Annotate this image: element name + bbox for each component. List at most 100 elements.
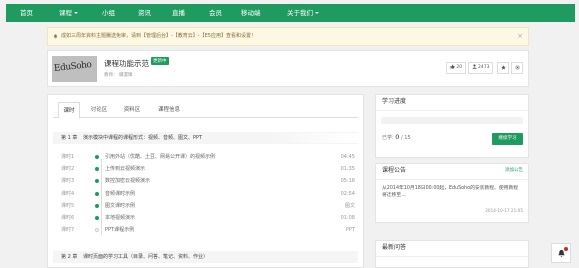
nav-item[interactable]: 首页 <box>20 4 33 22</box>
divider <box>376 110 528 111</box>
progress-text: 已学: 0 / 15 <box>382 133 411 141</box>
lesson-duration: 04:45 <box>340 154 355 160</box>
announcement-heading: 课程公告 <box>382 167 407 174</box>
lesson-status-dot <box>95 228 99 233</box>
divider <box>376 179 528 180</box>
students-button[interactable]: 2473 <box>468 62 493 74</box>
lesson-status-dot <box>95 191 99 196</box>
lesson-number: 课时5 <box>61 202 75 209</box>
lesson-title: 图文课时示例 <box>105 202 136 209</box>
lesson-title: 本地视频演示 <box>105 215 136 221</box>
lesson-row[interactable]: 课时7 PPT课程示例 PPT <box>53 224 358 236</box>
nav-item-label: 小组 <box>102 9 115 17</box>
lesson-duration: 图文 <box>344 202 355 209</box>
lesson-row[interactable]: 课时3 数控加密云视频演示 05:18 <box>53 175 358 187</box>
lesson-duration: 05:18 <box>340 178 355 185</box>
chapter-row[interactable]: 第 2 章课时页面的学习工具（目录、问答、笔记、资料、作业） <box>53 251 358 263</box>
lesson-duration: 01:35 <box>340 166 355 173</box>
lesson-number: 课时4 <box>61 190 75 197</box>
chapter-title: 课时页面的学习工具（目录、问答、笔记、资料、作业） <box>83 254 209 260</box>
lesson-row[interactable]: 课时2 上传到云视频演示 01:35 <box>53 163 358 175</box>
lesson-row[interactable]: 课时5 图文课时示例 图文 <box>53 200 358 212</box>
nav-item-label: 课程 <box>59 9 72 17</box>
floating-feedback-button[interactable] <box>551 243 571 263</box>
add-announcement-link[interactable]: 添加公告 <box>505 164 523 178</box>
close-icon[interactable]: × <box>517 28 523 45</box>
divider <box>376 256 528 257</box>
tab-3[interactable]: 课程信息 <box>149 102 189 118</box>
progress-panel: 学习进度 已学: 0 / 15 继续学习 <box>375 94 529 158</box>
lesson-title: PPT课程示例 <box>105 227 135 234</box>
nav-item[interactable]: 小组 <box>102 4 115 22</box>
lesson-title: 音频课时示例 <box>105 190 136 197</box>
chapter-number: 第 1 章 <box>61 135 78 141</box>
lesson-tabs: 课时 讨论区 资料区 课程信息 <box>53 102 358 119</box>
like-button[interactable]: 20 <box>446 62 466 74</box>
latest-qa-panel: 最新问答 <box>375 240 529 268</box>
nav-item[interactable]: 直播 <box>172 4 185 22</box>
chevron-down-icon <box>74 12 78 14</box>
lesson-status-dot <box>95 216 99 220</box>
nav-item[interactable]: 会员 <box>209 4 222 22</box>
lesson-title: 上传到云视频演示 <box>105 166 146 173</box>
tab-0[interactable]: 课时 <box>58 102 80 119</box>
lesson-title: 引用外站（优酷、土豆、网易公开课）的视频示例 <box>105 154 216 160</box>
progress-bar <box>381 117 523 124</box>
lesson-number: 课时1 <box>61 154 75 160</box>
nav-item-label: 关于我们 <box>287 9 313 17</box>
lesson-status-dot <box>95 203 99 208</box>
lesson-duration: 01:08 <box>340 215 355 221</box>
nav-item-label: 移动端 <box>241 9 261 17</box>
student-count: 2473 <box>477 65 490 70</box>
announcement-body: 从2014年10月18日00:00起，EduSoho的安装教程、使用教程将迁移至… <box>382 186 519 198</box>
nav-item[interactable]: 关于我们 <box>287 4 319 22</box>
top-nav: 首页 课程 小组 资讯 直播 会员 移动端 关于我们 <box>6 4 575 22</box>
continue-learning-button[interactable]: 继续学习 <box>492 133 523 145</box>
learned-total: / 15 <box>401 135 411 141</box>
lesson-status-dot <box>95 155 99 159</box>
tab-1[interactable]: 讨论区 <box>83 102 115 118</box>
cover-logo-text: EduSoho <box>53 60 92 74</box>
status-badge: 更新中 <box>151 57 169 65</box>
nav-item[interactable]: 资讯 <box>138 4 151 22</box>
chapter-number: 第 2 章 <box>61 254 78 260</box>
lesson-number: 课时7 <box>61 227 75 234</box>
notice-alert: 成如三周年資料主题騰送免审，请到【管理后台】-【教育云】-【E5应用】查看和设置… <box>47 27 529 46</box>
nav-item-label: 资讯 <box>138 9 151 17</box>
course-title: 课程功能示范 <box>104 59 149 68</box>
course-cover[interactable]: EduSoho <box>52 56 97 82</box>
favorite-button[interactable] <box>497 62 509 74</box>
chevron-down-icon <box>315 12 319 14</box>
latest-qa-heading: 最新问答 <box>382 244 407 251</box>
lesson-row[interactable]: 课时4 音频课时示例 02:54 <box>53 188 358 200</box>
thumbs-up-icon <box>450 64 455 69</box>
settings-button[interactable] <box>511 62 523 74</box>
lesson-number: 课时3 <box>61 178 75 185</box>
lesson-status-dot <box>95 167 99 172</box>
lesson-number: 课时2 <box>61 166 75 173</box>
lesson-duration: PPT <box>345 227 355 234</box>
alert-text: 成如三周年資料主题騰送免审，请到【管理后台】-【教育云】-【E5应用】查看和设置… <box>61 33 256 39</box>
star-icon <box>500 65 506 70</box>
chapter-title: 演示模块中课程的课程形式：视频、音频、图文、PPT <box>83 135 203 141</box>
notification-dot <box>564 247 568 251</box>
learned-count: 0 <box>395 133 400 141</box>
announcement-panel: 课程公告 添加公告 从2014年10月18日00:00起，EduSoho的安装教… <box>375 163 529 223</box>
lesson-row[interactable]: 课时6 本地视频演示 01:08 <box>53 212 358 224</box>
course-teacher: 教师： 爛漫輝 <box>104 73 133 78</box>
nav-item-label: 直播 <box>172 9 185 17</box>
lesson-row[interactable]: 课时1 引用外站（优酷、土豆、网易公开课）的视频示例 04:45 <box>53 151 358 163</box>
lesson-status-dot <box>95 179 99 184</box>
progress-heading: 学习进度 <box>382 98 407 105</box>
nav-item-label: 会员 <box>209 9 222 17</box>
tab-2[interactable]: 资料区 <box>117 102 147 118</box>
like-count: 20 <box>456 65 463 70</box>
lesson-title: 数控加密云视频演示 <box>105 178 151 185</box>
nav-item[interactable]: 课程 <box>59 4 78 22</box>
nav-item[interactable]: 移动端 <box>241 4 261 22</box>
bell-icon <box>53 34 58 39</box>
nav-item-label: 首页 <box>20 9 33 17</box>
lesson-duration: 02:54 <box>340 190 355 197</box>
learned-label: 已学: <box>382 135 394 141</box>
announcement-time: 2014-10-17 21:05 <box>485 208 523 213</box>
